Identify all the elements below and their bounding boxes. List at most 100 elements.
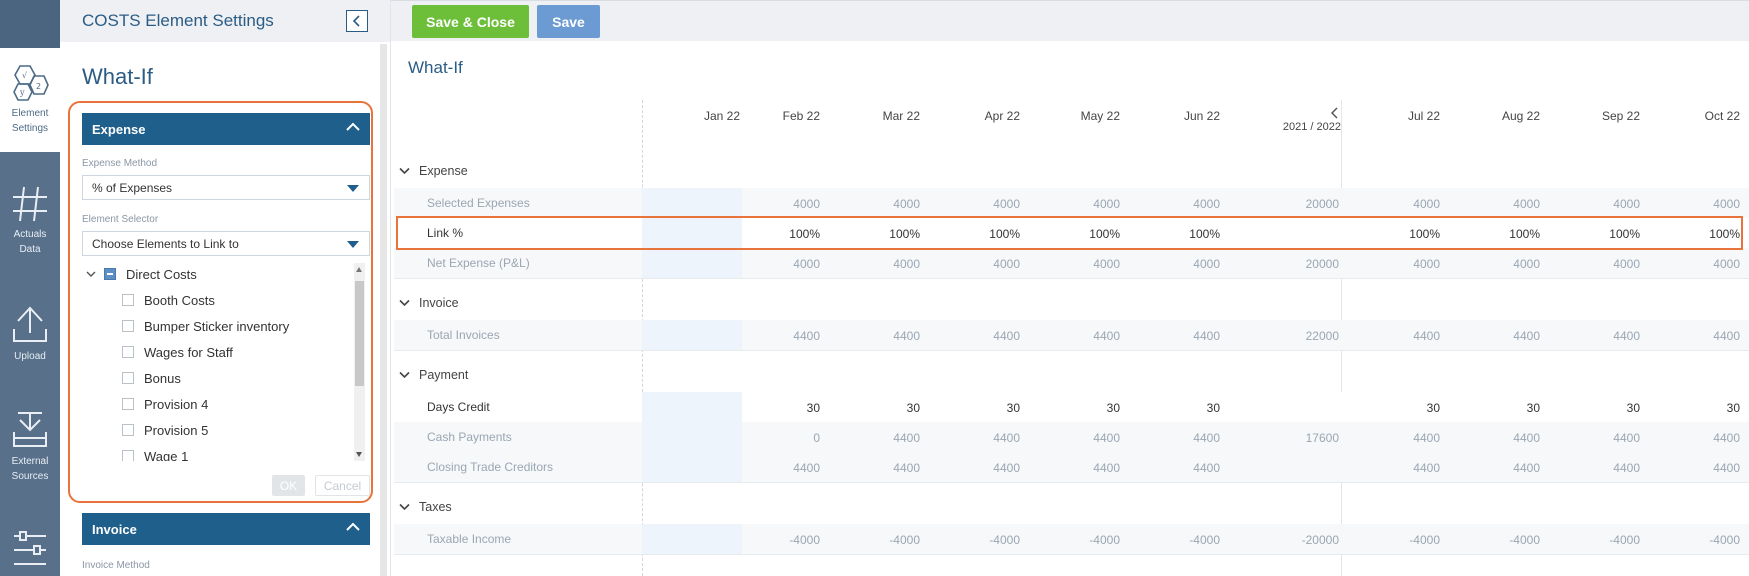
panel-scrollbar[interactable] xyxy=(380,44,387,576)
value-cell: 4400 xyxy=(1613,431,1640,445)
value-cell[interactable]: 30 xyxy=(1040,401,1120,415)
rail-label: Data xyxy=(19,244,41,255)
tree-item[interactable]: Bonus xyxy=(122,367,181,389)
value-cell: 4400 xyxy=(1513,329,1540,343)
section-label: Payment xyxy=(419,368,469,382)
chevron-down-icon xyxy=(399,371,410,379)
chevron-up-icon xyxy=(346,122,360,131)
value-cell: 4400 xyxy=(1713,329,1740,343)
item-checkbox[interactable] xyxy=(122,424,134,436)
value-cell: 4400 xyxy=(1513,461,1540,475)
value-cell: 4000 xyxy=(1713,257,1740,271)
row-label: Net Expense (P&L) xyxy=(427,256,530,270)
row-label: Cash Payments xyxy=(427,430,512,444)
value-cell[interactable]: 30 xyxy=(1660,401,1740,415)
invoice-section-header[interactable]: Invoice xyxy=(82,513,370,545)
value-cell[interactable]: 30 xyxy=(1460,401,1540,415)
year-nav[interactable]: 2021 / 2022 xyxy=(1207,107,1341,133)
rail-item-settings[interactable] xyxy=(0,530,60,574)
value-cell[interactable]: 30 xyxy=(840,401,920,415)
value-cell: 4000 xyxy=(1513,197,1540,211)
jan-cell xyxy=(642,452,742,482)
rail-item-element-settings[interactable]: √ 2 y Element Settings xyxy=(0,48,60,152)
svg-text:2: 2 xyxy=(36,82,41,91)
tree-item-label: Bumper Sticker inventory xyxy=(144,318,290,334)
tree-item[interactable]: Provision 4 xyxy=(122,393,208,415)
value-cell: 4000 xyxy=(1713,197,1740,211)
tree-item-label: Booth Costs xyxy=(144,292,215,308)
rail-label: External xyxy=(11,456,49,467)
total-cell: 20000 xyxy=(1305,197,1339,211)
cancel-button[interactable]: Cancel xyxy=(315,475,370,496)
expense-section-header[interactable]: Expense xyxy=(82,113,370,145)
month-header: Mar 22 xyxy=(882,109,920,123)
tree-item-label: Provision 4 xyxy=(144,396,209,412)
tree-item[interactable]: Bumper Sticker inventory xyxy=(122,315,289,337)
section-toggle[interactable]: Payment xyxy=(399,368,468,382)
tree-item[interactable]: Booth Costs xyxy=(122,289,215,311)
value-cell: 4400 xyxy=(1193,431,1220,445)
chevron-down-icon xyxy=(86,271,96,277)
section-toggle[interactable]: Taxes xyxy=(399,500,452,514)
value-cell[interactable]: 30 xyxy=(940,401,1020,415)
scroll-up-icon[interactable] xyxy=(356,267,362,272)
chevron-left-icon xyxy=(1331,107,1338,119)
value-cell: 4000 xyxy=(1613,197,1640,211)
value-cell: 4000 xyxy=(793,257,820,271)
value-cell: 4400 xyxy=(1413,431,1440,445)
scroll-down-icon[interactable] xyxy=(356,452,362,457)
invoice-section-title: Invoice xyxy=(92,522,137,537)
item-checkbox[interactable] xyxy=(122,372,134,384)
tree-item[interactable]: Wage 1 xyxy=(122,445,188,461)
tree-item[interactable]: Provision 5 xyxy=(122,419,208,441)
value-cell[interactable]: 30 xyxy=(740,401,820,415)
rail-label: Element xyxy=(11,108,49,119)
expense-method-select[interactable]: % of Expenses xyxy=(82,175,370,200)
value-cell: -4000 xyxy=(1609,533,1640,547)
element-tree: Direct Costs Booth Costs Bumper Sticker … xyxy=(82,261,370,461)
total-cell: 17600 xyxy=(1305,431,1339,445)
month-header: Jan 22 xyxy=(703,109,740,123)
rail-label: Sources xyxy=(11,471,49,482)
item-checkbox[interactable] xyxy=(122,320,134,332)
rail-item-upload[interactable]: Upload xyxy=(0,303,60,364)
group-checkbox[interactable] xyxy=(104,268,116,280)
value-cell: 4400 xyxy=(1513,431,1540,445)
collapse-panel-button[interactable] xyxy=(346,10,368,32)
month-header: May 22 xyxy=(1080,109,1120,123)
section-toggle[interactable]: Expense xyxy=(399,164,468,178)
item-checkbox[interactable] xyxy=(122,294,134,306)
rail-item-actuals-data[interactable]: Actuals Data xyxy=(0,185,60,257)
section-toggle[interactable]: Invoice xyxy=(399,296,459,310)
value-cell: 4400 xyxy=(1613,329,1640,343)
value-cell: 4400 xyxy=(893,329,920,343)
svg-text:y: y xyxy=(19,88,25,97)
save-close-button[interactable]: Save & Close xyxy=(412,5,529,38)
value-cell: 4400 xyxy=(893,431,920,445)
element-selector-select[interactable]: Choose Elements to Link to xyxy=(82,231,370,256)
hash-grid-icon xyxy=(13,186,47,222)
value-cell[interactable]: 30 xyxy=(1360,401,1440,415)
tree-scroll-thumb[interactable] xyxy=(355,281,364,386)
item-checkbox[interactable] xyxy=(122,346,134,358)
ok-button[interactable]: OK xyxy=(272,475,305,496)
value-cell[interactable]: 30 xyxy=(1140,401,1220,415)
rail-item-external-sources[interactable]: External Sources xyxy=(0,410,60,484)
month-header: Feb 22 xyxy=(782,109,820,123)
year-label: 2021 / 2022 xyxy=(1282,121,1341,133)
tree-group-row[interactable]: Direct Costs xyxy=(86,263,197,285)
item-checkbox[interactable] xyxy=(122,398,134,410)
value-cell: 4400 xyxy=(893,461,920,475)
item-checkbox[interactable] xyxy=(122,450,134,461)
value-cell[interactable]: 30 xyxy=(1560,401,1640,415)
tree-scrollbar[interactable] xyxy=(354,263,365,461)
left-rail: √ 2 y Element Settings Actuals Data Uplo… xyxy=(0,0,60,576)
value-cell: 4400 xyxy=(1093,461,1120,475)
tree-item[interactable]: Wages for Staff xyxy=(122,341,233,363)
row-label: Days Credit xyxy=(427,400,490,414)
value-cell: -4000 xyxy=(1509,533,1540,547)
upload-icon xyxy=(13,306,47,342)
save-button[interactable]: Save xyxy=(537,5,600,38)
value-cell: 4000 xyxy=(993,257,1020,271)
value-cell: 4400 xyxy=(1613,461,1640,475)
